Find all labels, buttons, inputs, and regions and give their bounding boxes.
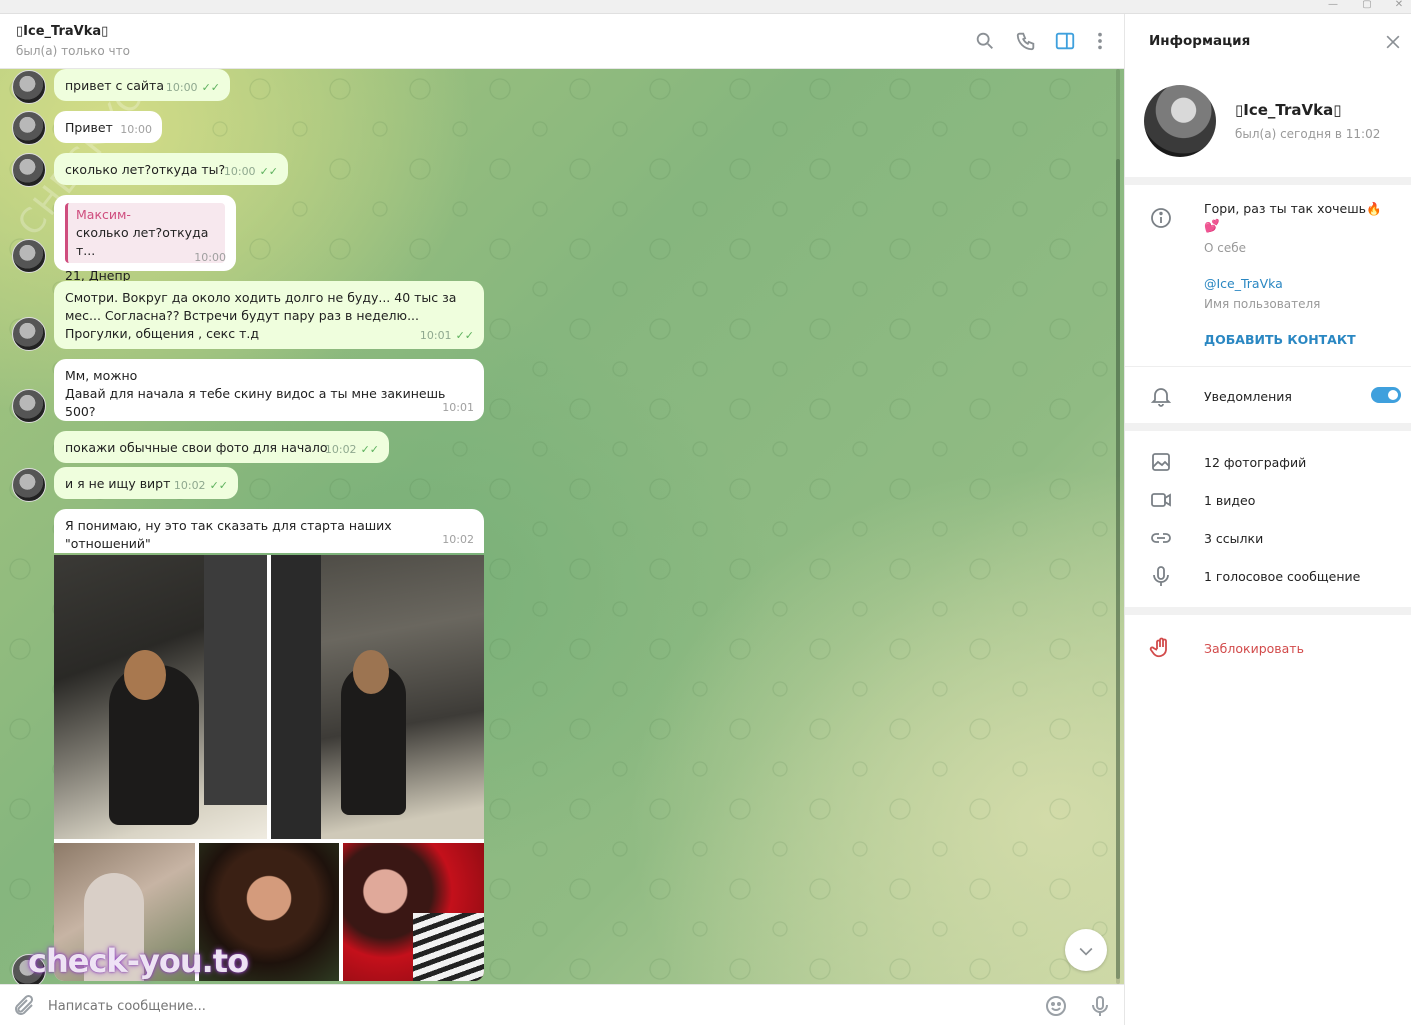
message-time: 10:00 ✓✓ <box>165 81 220 94</box>
microphone-icon <box>1149 564 1173 588</box>
link-icon <box>1149 526 1173 550</box>
info-icon <box>1149 206 1173 230</box>
peer-status: был(а) только что <box>16 44 130 58</box>
bell-icon <box>1149 384 1173 408</box>
peer-name[interactable]: ▯Ice_TraVka▯ <box>16 24 108 39</box>
avatar[interactable] <box>12 153 46 187</box>
media-videos[interactable]: 1 видео <box>1204 493 1255 508</box>
search-icon[interactable] <box>974 30 996 52</box>
message-time: 10:02 ✓✓ <box>173 479 228 492</box>
photo-album[interactable] <box>54 555 484 981</box>
microphone-icon[interactable] <box>1088 994 1112 1018</box>
message-text: и я не ищу вирт <box>65 476 171 491</box>
phone-icon[interactable] <box>1015 30 1037 52</box>
sidebar-toggle-icon[interactable] <box>1054 30 1076 52</box>
chevron-down-icon <box>1079 947 1093 956</box>
double-check-icon: ✓✓ <box>209 479 228 492</box>
maximize-button[interactable]: ▢ <box>1352 0 1382 14</box>
avatar[interactable] <box>12 239 46 273</box>
message-time: 10:02 <box>442 533 474 546</box>
close-icon[interactable] <box>1383 32 1403 52</box>
message-bubble[interactable]: Мм, можно Давай для начала я тебе скину … <box>54 359 484 421</box>
photo-thumbnail[interactable] <box>271 555 484 839</box>
scroll-to-bottom-button[interactable] <box>1065 929 1107 971</box>
message-text: Мм, можно Давай для начала я тебе скину … <box>65 368 446 419</box>
photo-thumbnail[interactable] <box>54 555 267 839</box>
double-check-icon: ✓✓ <box>360 443 379 456</box>
divider <box>1125 423 1411 431</box>
more-menu-icon[interactable] <box>1089 30 1111 52</box>
message-time: 10:02 ✓✓ <box>324 443 379 456</box>
info-title: Информация <box>1149 33 1251 49</box>
message-text: сколько лет?откуда ты? <box>65 162 226 177</box>
message-bubble[interactable]: и я не ищу вирт 10:02 ✓✓ <box>54 467 238 499</box>
site-watermark: check-you.to <box>28 942 249 980</box>
media-links[interactable]: 3 ссылки <box>1204 531 1263 546</box>
message-text: Я понимаю, ну это так сказать для старта… <box>65 518 392 551</box>
message-time: 10:00 ✓✓ <box>223 165 278 178</box>
profile-username[interactable]: @Ice_TraVka <box>1204 276 1283 291</box>
message-text: покажи обычные свои фото для начало <box>65 440 328 455</box>
divider <box>1125 366 1411 367</box>
notifications-label: Уведомления <box>1204 389 1292 404</box>
photo-icon <box>1149 450 1173 474</box>
divider <box>1125 177 1411 185</box>
profile-bio: Гори, раз ты так хочешь🔥💕 <box>1204 201 1382 233</box>
profile-avatar[interactable] <box>1144 85 1216 157</box>
profile-name: ▯Ice_TraVka▯ <box>1235 101 1342 119</box>
double-check-icon: ✓✓ <box>455 329 474 342</box>
avatar[interactable] <box>12 111 46 145</box>
avatar[interactable] <box>12 317 46 351</box>
media-photos[interactable]: 12 фотографий <box>1204 455 1306 470</box>
message-bubble[interactable]: покажи обычные свои фото для начало 10:0… <box>54 431 389 463</box>
message-time: 10:01 ✓✓ <box>419 329 474 342</box>
message-text: Смотри. Вокруг да около ходить долго не … <box>65 290 457 341</box>
profile-status: был(а) сегодня в 11:02 <box>1235 127 1381 141</box>
message-text: привет с сайта <box>65 78 164 93</box>
photo-thumbnail[interactable] <box>343 843 484 981</box>
double-check-icon: ✓✓ <box>259 165 278 178</box>
scrollbar-thumb[interactable] <box>1116 159 1120 979</box>
message-bubble[interactable]: привет с сайта 10:00 ✓✓ <box>54 69 230 101</box>
bio-label: О себе <box>1204 241 1247 255</box>
emoji-icon[interactable] <box>1044 994 1068 1018</box>
avatar[interactable] <box>12 468 46 502</box>
divider <box>1125 607 1411 615</box>
message-bubble[interactable]: Я понимаю, ну это так сказать для старта… <box>54 509 484 553</box>
info-panel: Информация ▯Ice_TraVka▯ был(а) сегодня в… <box>1124 14 1411 1025</box>
message-bubble[interactable]: сколько лет?откуда ты? 10:00 ✓✓ <box>54 153 288 185</box>
scrollbar[interactable] <box>1116 69 1120 984</box>
close-window-button[interactable]: ✕ <box>1384 0 1411 14</box>
block-user-button[interactable]: Заблокировать <box>1204 641 1304 656</box>
attach-icon[interactable] <box>12 994 36 1018</box>
message-time: 10:01 <box>442 401 474 414</box>
avatar[interactable] <box>12 389 46 423</box>
message-list[interactable]: CHECK-YOU.ME привет с сайта 10:00✓✓ Прив… <box>0 69 1124 984</box>
message-time: 10:00 <box>120 123 152 136</box>
notifications-toggle[interactable] <box>1371 387 1401 403</box>
username-label: Имя пользователя <box>1204 297 1321 311</box>
message-bubble[interactable]: Максим- сколько лет?откуда т... 21, Днеп… <box>54 195 236 283</box>
window-titlebar: — ▢ ✕ <box>0 0 1411 14</box>
chat-header: ▯Ice_TraVka▯ был(а) только что <box>0 14 1124 69</box>
block-hand-icon <box>1149 636 1173 660</box>
chat-panel: ▯Ice_TraVka▯ был(а) только что CHECK-YOU… <box>0 14 1124 1025</box>
avatar[interactable] <box>12 70 46 104</box>
minimize-button[interactable]: — <box>1318 0 1348 14</box>
message-text: Привет <box>65 120 113 135</box>
message-bubble[interactable]: Привет 10:00 <box>54 111 162 143</box>
message-bubble[interactable]: Смотри. Вокруг да около ходить долго не … <box>54 281 484 349</box>
reply-author: Максим- <box>76 207 131 222</box>
message-time: 10:00 <box>194 251 226 264</box>
media-voice[interactable]: 1 голосовое сообщение <box>1204 569 1360 584</box>
message-composer <box>0 984 1124 1025</box>
double-check-icon: ✓✓ <box>201 81 220 94</box>
message-input[interactable] <box>48 995 948 1017</box>
video-icon <box>1149 488 1173 512</box>
add-contact-button[interactable]: ДОБАВИТЬ КОНТАКТ <box>1204 332 1356 347</box>
